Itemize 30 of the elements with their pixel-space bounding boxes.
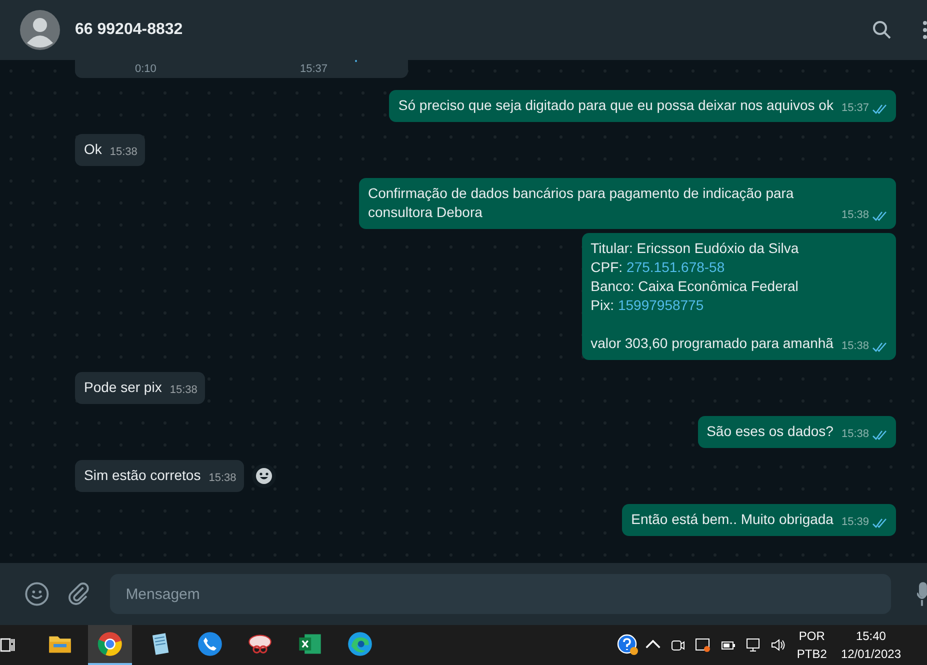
message-text: Pode ser pix xyxy=(84,379,162,395)
message-text: CPF: xyxy=(590,259,623,275)
message-time: 15:37 xyxy=(300,63,328,75)
message-time: 15:39 xyxy=(841,515,869,530)
message-text: Então está bem.. Muito obrigada xyxy=(631,511,834,527)
audio-duration: 0:10 xyxy=(135,63,156,75)
message-text: Sim estão corretos xyxy=(84,467,201,483)
message-time: 15:38 xyxy=(841,339,869,354)
phone-link[interactable]: 15997958775 xyxy=(618,297,704,313)
message-text: Ok xyxy=(84,141,102,157)
clock-time[interactable]: 15:40 xyxy=(856,627,886,645)
keyboard-layout[interactable]: PTB2 xyxy=(796,645,827,663)
message-text: Confirmação de dados bancários para pagamento de indicação para consultora Debora xyxy=(368,185,794,220)
message-time: 15:38 xyxy=(841,427,869,442)
message-time: 15:38 xyxy=(110,145,138,160)
message-input[interactable]: Mensagem xyxy=(110,574,892,614)
message-text: São eses os dados? xyxy=(706,423,834,439)
message-text: Titular: Ericsson Eudóxio da Silva xyxy=(590,240,799,256)
clock-date[interactable]: 12/01/2023 xyxy=(840,645,901,663)
message-time: 15:38 xyxy=(841,208,869,223)
message-text: Banco: Caixa Econômica Federal xyxy=(590,278,798,294)
phone-link[interactable]: 275.151.678-58 xyxy=(626,259,725,275)
message-time: 15:38 xyxy=(208,471,236,486)
message-time: 15:37 xyxy=(841,101,869,116)
message-text: valor 303,60 programado para amanhã xyxy=(590,335,834,351)
contact-name[interactable]: 66 99204-8832 xyxy=(75,21,183,39)
message-text: Só preciso que seja digitado para que eu possa deixar nos aquivos ok xyxy=(398,97,834,113)
message-time: 15:38 xyxy=(170,383,198,398)
language-indicator[interactable]: POR xyxy=(798,627,825,645)
message-text: Pix: xyxy=(590,297,614,313)
